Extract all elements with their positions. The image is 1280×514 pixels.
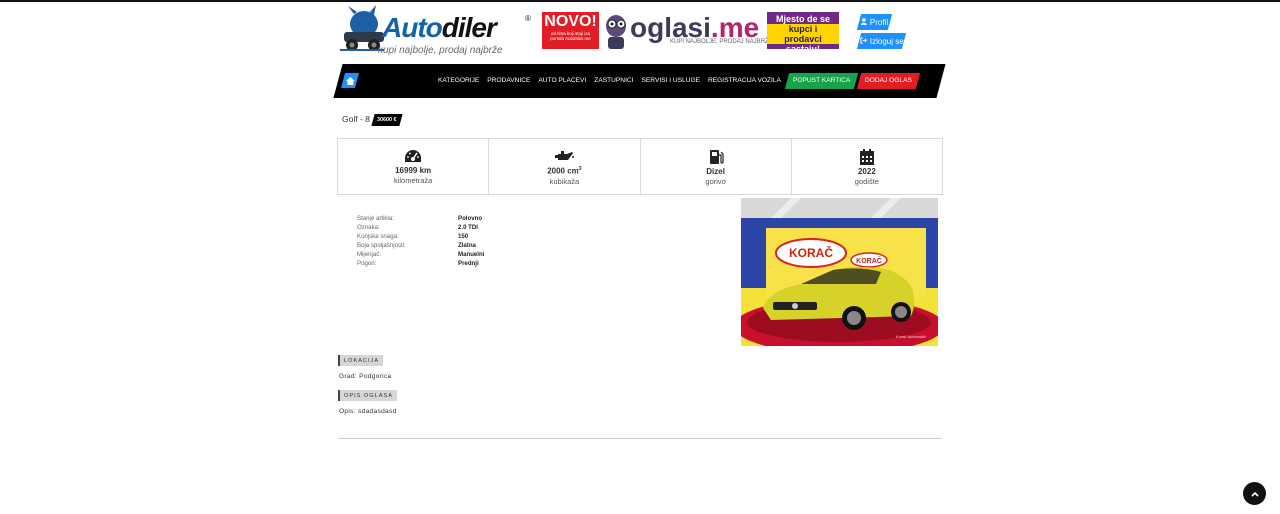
sign-out-icon	[860, 37, 867, 46]
stat-mileage-value: 16999 km	[395, 166, 432, 175]
nav-kategorije[interactable]: KATEGORIJE	[434, 75, 483, 87]
logout-label: Izloguj se	[869, 36, 904, 46]
top-border	[0, 0, 1280, 2]
logo-tagline: kupi najbolje, prodaj najbrže	[378, 45, 503, 56]
detail-row: Oznaka: 2.0 TDI	[357, 224, 478, 231]
stat-fuel-value: Dizel	[706, 167, 725, 176]
stat-mileage: 16999 km kilometraža	[337, 138, 490, 195]
opis-section-header: OPIS OGLASA	[338, 390, 397, 401]
chevron-up-icon	[1250, 491, 1259, 497]
stat-engine-value: 2000 cm3	[547, 166, 582, 176]
user-icon	[860, 17, 867, 27]
divider	[338, 438, 942, 439]
svg-text:Korač Automobili: Korač Automobili	[896, 334, 926, 339]
lokacija-section-header: LOKACIJA	[338, 355, 384, 366]
stat-engine: 2000 cm3 kubikaža	[488, 138, 641, 195]
scroll-to-top-button[interactable]	[1243, 482, 1266, 505]
home-icon	[345, 76, 355, 85]
detail-row: Stanje artikla: Polovno	[357, 215, 483, 222]
mascot-icon	[606, 15, 626, 49]
novo-badge: NOVO! od tima koji stoji iza portala Aut…	[542, 12, 599, 49]
stat-year-label: godište	[854, 177, 879, 186]
speedometer-icon	[405, 150, 422, 162]
nav-registracija[interactable]: REGISTRACIJA VOZILA	[704, 75, 785, 87]
detail-row: Boja spoljašnjosti: Zlatna	[357, 242, 476, 249]
stat-engine-label: kubikaža	[549, 176, 580, 186]
detail-row: Konjska snaga: 150	[357, 233, 469, 240]
price-badge: 30600 €	[371, 114, 403, 126]
nav-zastupnici[interactable]: ZASTUPNICI	[590, 75, 637, 87]
calendar-icon	[859, 149, 874, 165]
autodiler-logo[interactable]: Autodiler ® kupi najbolje, prodaj najbrž…	[340, 4, 535, 58]
fuel-pump-icon	[709, 150, 724, 164]
nav-menu: KATEGORIJE PRODAVNICE AUTO PLACEVI ZASTU…	[434, 73, 921, 89]
stat-fuel: Dizel gorivo	[639, 138, 792, 195]
listing-title: Golf - 8	[342, 114, 370, 124]
oglasi-banner[interactable]: NOVO! od tima koji stoji iza portala Aut…	[542, 11, 840, 54]
nav-prodavnice[interactable]: PRODAVNICE	[483, 75, 534, 87]
svg-text:KORAČ: KORAČ	[789, 245, 833, 260]
description-text: Opis: sdadasdasd	[339, 408, 397, 415]
car-photo[interactable]: KORAČ KORAČ Korač Automobili	[741, 198, 938, 346]
logout-button[interactable]: Izloguj se	[856, 33, 907, 49]
registered-mark: ®	[525, 14, 531, 23]
details-table: Stanje artikla: Polovno Oznaka: 2.0 TDI Ko…	[357, 214, 484, 268]
dodaj-oglas-button[interactable]: DODAJ OGLAS	[857, 73, 921, 89]
popust-kartica-button[interactable]: POPUST KARTICA	[784, 73, 859, 89]
logo-wordmark: Autodiler	[382, 12, 497, 43]
nav-servisi[interactable]: SERVISI I USLUGE	[638, 75, 705, 87]
mjesto-badge: Mjesto de se kupci i prodavci sastaju!	[767, 12, 839, 54]
stat-fuel-label: gorivo	[705, 177, 726, 186]
main-nav: KATEGORIJE PRODAVNICE AUTO PLACEVI ZASTU…	[338, 64, 941, 98]
detail-row: Mijenjač: Manuelni	[357, 251, 485, 258]
oglasi-tagline: KUPI NAJBOLJE, PRODAJ NAJBRŽE	[670, 39, 773, 45]
profil-button[interactable]: Profil	[856, 14, 893, 30]
home-button[interactable]	[340, 73, 360, 88]
oil-can-icon	[555, 151, 575, 160]
svg-text:KORAČ: KORAČ	[856, 256, 882, 265]
stat-year-value: 2022	[857, 167, 876, 176]
stats-row: 16999 km kilometraža 2000 cm3 kubikaža D…	[337, 138, 943, 195]
stat-year: 2022 godište	[790, 138, 943, 195]
location-text: Grad: Podgorica	[339, 373, 392, 380]
detail-row: Pogon: Prednji	[357, 260, 479, 267]
stat-mileage-label: kilometraža	[393, 176, 433, 185]
profil-label: Profil	[869, 17, 889, 27]
nav-auto-placevi[interactable]: AUTO PLACEVI	[534, 75, 590, 87]
